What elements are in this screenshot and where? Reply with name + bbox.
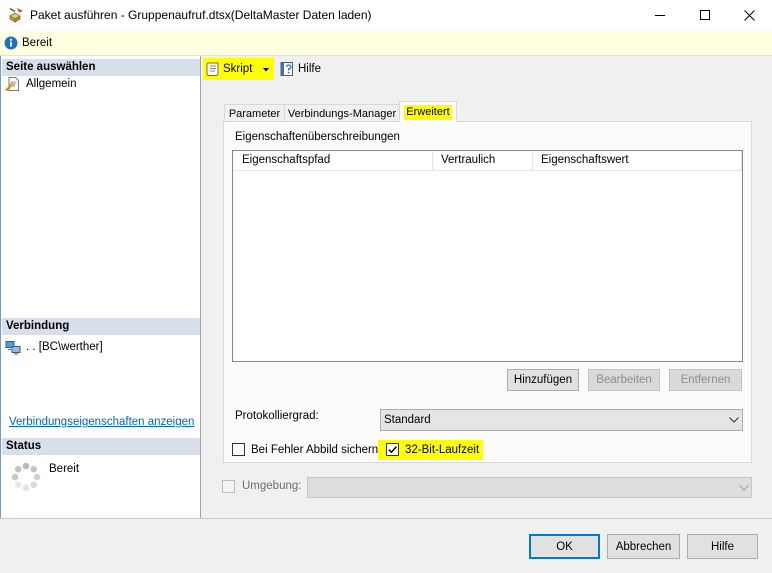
close-button[interactable] — [727, 0, 772, 30]
ok-button-label: OK — [556, 540, 573, 553]
info-icon — [4, 36, 18, 50]
connection-entry: . . [BC\werther] — [5, 339, 195, 355]
minimize-icon — [655, 10, 665, 20]
progress-spinner-icon — [10, 461, 42, 493]
script-button[interactable]: Skript — [203, 58, 274, 80]
dump-on-error-label: Bei Fehler Abbild sichern — [251, 444, 379, 456]
run-32bit-checkbox[interactable]: 32-Bit-Laufzeit — [378, 440, 484, 460]
info-status-text: Bereit — [22, 37, 53, 49]
script-icon — [205, 61, 221, 77]
dialog-footer: OK Abbrechen Hilfe — [0, 518, 772, 573]
ok-button[interactable]: OK — [529, 534, 600, 559]
status-text: Bereit — [49, 463, 80, 475]
add-override-label: Hinzufügen — [513, 374, 573, 386]
column-header-property-value[interactable]: Eigenschaftswert — [533, 151, 742, 171]
section-header-status: Status — [2, 438, 200, 455]
title-bar: Paket ausführen - Gruppenaufruf.dtsx(Del… — [0, 0, 772, 31]
check-icon — [387, 444, 398, 455]
caret-down-icon — [263, 68, 269, 72]
chevron-down-icon — [729, 417, 739, 423]
help-button[interactable]: Hilfe — [687, 534, 758, 559]
tab-connection-manager-label: Verbindungs-Manager — [287, 107, 397, 120]
run-32bit-label: 32-Bit-Laufzeit — [405, 444, 480, 456]
section-header-select-page: Seite auswählen — [2, 59, 200, 76]
tab-parameter[interactable]: Parameter — [224, 104, 285, 122]
edit-override-label: Bearbeiten — [596, 374, 652, 386]
maximize-icon — [700, 10, 710, 20]
run-32bit-box — [386, 443, 399, 456]
tab-parameter-label: Parameter — [228, 107, 281, 120]
left-panel: Seite auswählen Allgemein Verbindung . .… — [0, 56, 201, 518]
tab-advanced-label: Erweitert — [404, 104, 452, 120]
remove-override-label: Entfernen — [680, 374, 731, 386]
window-title: Paket ausführen - Gruppenaufruf.dtsx(Del… — [30, 8, 372, 22]
remove-override-button: Entfernen — [669, 369, 742, 391]
column-header-sensitive[interactable]: Vertraulich — [433, 151, 533, 171]
column-header-property-path[interactable]: Eigenschaftspfad — [233, 151, 433, 171]
log-level-select[interactable]: Standard — [380, 409, 743, 431]
property-overrides-label: Eigenschaftenüberschreibungen — [235, 131, 400, 143]
grid-header: Eigenschaftspfad Vertraulich Eigenschaft… — [233, 151, 742, 171]
info-bar: Bereit — [0, 31, 772, 56]
minimize-button[interactable] — [637, 0, 683, 30]
cancel-button[interactable]: Abbrechen — [607, 534, 680, 559]
help-book-icon — [279, 61, 295, 77]
log-level-label: Protokolliergrad: — [235, 410, 319, 422]
section-header-connection: Verbindung — [2, 318, 200, 335]
connection-value: . . [BC\werther] — [26, 341, 103, 353]
dump-on-error-box — [232, 443, 245, 456]
environment-select — [307, 477, 752, 498]
right-panel: Skript Hilfe Parameter Verbindungs-Manag… — [201, 56, 772, 518]
maximize-button[interactable] — [682, 0, 728, 30]
package-execute-icon — [8, 7, 24, 23]
cancel-button-label: Abbrechen — [615, 540, 672, 553]
page-item-general[interactable]: Allgemein — [5, 76, 195, 92]
tab-advanced[interactable]: Erweitert — [399, 101, 457, 122]
chevron-down-icon — [739, 485, 749, 491]
property-overrides-grid[interactable]: Eigenschaftspfad Vertraulich Eigenschaft… — [232, 150, 743, 362]
general-page-icon — [5, 76, 21, 92]
script-button-label: Skript — [223, 63, 253, 75]
help-button-label: Hilfe — [710, 540, 734, 553]
help-toolbar-label: Hilfe — [298, 63, 322, 75]
help-toolbar-button[interactable]: Hilfe — [277, 58, 329, 80]
server-connection-icon — [5, 339, 21, 355]
log-level-value: Standard — [384, 414, 431, 426]
environment-label: Umgebung: — [242, 480, 302, 492]
page-item-general-label: Allgemein — [26, 78, 77, 90]
environment-checkbox — [222, 480, 235, 493]
close-icon — [744, 9, 755, 21]
advanced-tab-panel: Eigenschaftenüberschreibungen Eigenschaf… — [223, 121, 752, 463]
connection-properties-link[interactable]: Verbindungseigenschaften anzeigen — [9, 415, 194, 429]
edit-override-button: Bearbeiten — [588, 369, 660, 391]
add-override-button[interactable]: Hinzufügen — [507, 369, 579, 391]
tab-connection-manager[interactable]: Verbindungs-Manager — [284, 104, 400, 122]
